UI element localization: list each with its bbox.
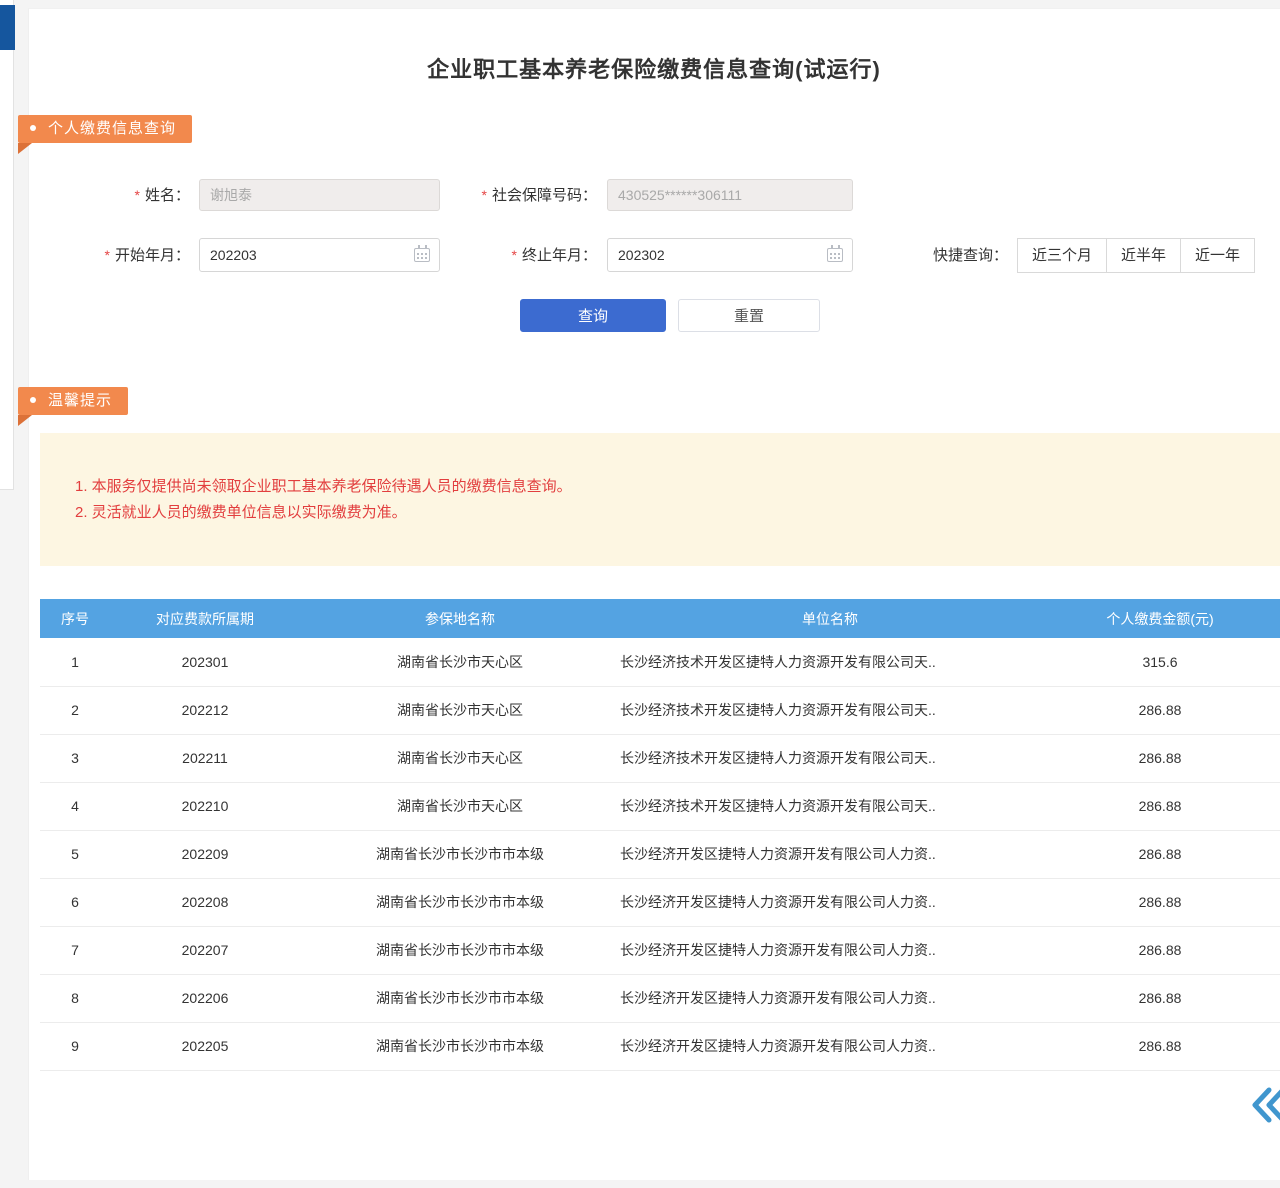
required-asterisk: * <box>105 247 110 263</box>
search-button[interactable]: 查询 <box>520 299 666 332</box>
table-row: 1202301湖南省长沙市天心区长沙经济技术开发区捷特人力资源开发有限公司天..… <box>40 638 1280 686</box>
cell-amount: 315.6 <box>1040 638 1280 686</box>
header-company: 单位名称 <box>620 599 1040 638</box>
sidebar-active-indicator[interactable] <box>0 5 15 50</box>
notice-box: 1. 本服务仅提供尚未领取企业职工基本养老保险待遇人员的缴费信息查询。 2. 灵… <box>40 433 1280 566</box>
calendar-icon[interactable] <box>414 248 430 262</box>
table-row: 5202209湖南省长沙市长沙市市本级长沙经济开发区捷特人力资源开发有限公司人力… <box>40 830 1280 878</box>
cell-period: 202205 <box>110 1022 300 1070</box>
cell-region: 湖南省长沙市天心区 <box>300 638 620 686</box>
cell-period: 202207 <box>110 926 300 974</box>
cell-region: 湖南省长沙市长沙市市本级 <box>300 830 620 878</box>
quick-btn-last-year[interactable]: 近一年 <box>1180 238 1255 273</box>
ssn-input[interactable]: 430525******306111 <box>607 179 853 211</box>
cell-index: 2 <box>40 686 110 734</box>
cell-region: 湖南省长沙市长沙市市本级 <box>300 926 620 974</box>
cell-region: 湖南省长沙市天心区 <box>300 686 620 734</box>
double-left-chevron-icon[interactable] <box>1246 1086 1280 1124</box>
table-row: 2202212湖南省长沙市天心区长沙经济技术开发区捷特人力资源开发有限公司天..… <box>40 686 1280 734</box>
cell-company: 长沙经济开发区捷特人力资源开发有限公司人力资.. <box>620 926 1040 974</box>
cell-region: 湖南省长沙市天心区 <box>300 782 620 830</box>
cell-index: 3 <box>40 734 110 782</box>
required-asterisk: * <box>482 187 487 203</box>
quick-query-group: 近三个月 近半年 近一年 <box>1018 238 1255 273</box>
cell-period: 202208 <box>110 878 300 926</box>
cell-period: 202301 <box>110 638 300 686</box>
cell-index: 9 <box>40 1022 110 1070</box>
cell-index: 8 <box>40 974 110 1022</box>
start-month-label: *开始年月： <box>60 239 190 271</box>
quick-btn-last-half-year[interactable]: 近半年 <box>1106 238 1181 273</box>
required-asterisk: * <box>135 187 140 203</box>
section-badge-tips: 温馨提示 <box>18 387 128 415</box>
cell-region: 湖南省长沙市长沙市市本级 <box>300 878 620 926</box>
end-month-label: *终止年月： <box>445 239 597 271</box>
table-row: 8202206湖南省长沙市长沙市市本级长沙经济开发区捷特人力资源开发有限公司人力… <box>40 974 1280 1022</box>
table-row: 7202207湖南省长沙市长沙市市本级长沙经济开发区捷特人力资源开发有限公司人力… <box>40 926 1280 974</box>
notice-line-1: 1. 本服务仅提供尚未领取企业职工基本养老保险待遇人员的缴费信息查询。 <box>75 474 1260 500</box>
cell-period: 202212 <box>110 686 300 734</box>
cell-region: 湖南省长沙市长沙市市本级 <box>300 1022 620 1070</box>
quick-btn-last-3-months[interactable]: 近三个月 <box>1017 238 1107 273</box>
table-header: 序号 对应费款所属期 参保地名称 单位名称 个人缴费金额(元) <box>40 599 1280 638</box>
cell-region: 湖南省长沙市长沙市市本级 <box>300 974 620 1022</box>
header-period: 对应费款所属期 <box>110 599 300 638</box>
section-badge-query: 个人缴费信息查询 <box>18 115 192 143</box>
section-badge-query-label: 个人缴费信息查询 <box>48 120 176 137</box>
cell-amount: 286.88 <box>1040 782 1280 830</box>
cell-period: 202206 <box>110 974 300 1022</box>
cell-index: 6 <box>40 878 110 926</box>
cell-region: 湖南省长沙市天心区 <box>300 734 620 782</box>
required-asterisk: * <box>512 247 517 263</box>
cell-index: 1 <box>40 638 110 686</box>
cell-index: 4 <box>40 782 110 830</box>
start-month-input[interactable]: 202203 <box>199 238 440 272</box>
cell-amount: 286.88 <box>1040 926 1280 974</box>
header-region: 参保地名称 <box>300 599 620 638</box>
result-table: 序号 对应费款所属期 参保地名称 单位名称 个人缴费金额(元) 1202301湖… <box>40 599 1280 1071</box>
reset-button[interactable]: 重置 <box>678 299 820 332</box>
cell-period: 202209 <box>110 830 300 878</box>
name-input[interactable]: 谢旭泰 <box>199 179 440 211</box>
cell-company: 长沙经济技术开发区捷特人力资源开发有限公司天.. <box>620 782 1040 830</box>
notice-line-2: 2. 灵活就业人员的缴费单位信息以实际缴费为准。 <box>75 500 1260 526</box>
cell-company: 长沙经济技术开发区捷特人力资源开发有限公司天.. <box>620 734 1040 782</box>
page-title: 企业职工基本养老保险缴费信息查询(试运行) <box>28 52 1280 84</box>
header-index: 序号 <box>40 599 110 638</box>
table-row: 9202205湖南省长沙市长沙市市本级长沙经济开发区捷特人力资源开发有限公司人力… <box>40 1022 1280 1070</box>
cell-company: 长沙经济技术开发区捷特人力资源开发有限公司天.. <box>620 686 1040 734</box>
cell-company: 长沙经济技术开发区捷特人力资源开发有限公司天.. <box>620 638 1040 686</box>
cell-company: 长沙经济开发区捷特人力资源开发有限公司人力资.. <box>620 1022 1040 1070</box>
cell-company: 长沙经济开发区捷特人力资源开发有限公司人力资.. <box>620 878 1040 926</box>
cell-index: 7 <box>40 926 110 974</box>
cell-amount: 286.88 <box>1040 974 1280 1022</box>
section-badge-tips-label: 温馨提示 <box>48 392 112 409</box>
cell-index: 5 <box>40 830 110 878</box>
table-row: 4202210湖南省长沙市天心区长沙经济技术开发区捷特人力资源开发有限公司天..… <box>40 782 1280 830</box>
cell-amount: 286.88 <box>1040 1022 1280 1070</box>
table-body: 1202301湖南省长沙市天心区长沙经济技术开发区捷特人力资源开发有限公司天..… <box>40 638 1280 1070</box>
bullet-dot-icon <box>30 397 36 403</box>
end-month-input[interactable]: 202302 <box>607 238 853 272</box>
bullet-dot-icon <box>30 125 36 131</box>
cell-company: 长沙经济开发区捷特人力资源开发有限公司人力资.. <box>620 974 1040 1022</box>
collapsed-sidebar <box>0 0 14 490</box>
name-label: *姓名： <box>90 179 190 211</box>
quick-query-label: 快捷查询： <box>905 239 1008 273</box>
header-amount: 个人缴费金额(元) <box>1040 599 1280 638</box>
table-row: 6202208湖南省长沙市长沙市市本级长沙经济开发区捷特人力资源开发有限公司人力… <box>40 878 1280 926</box>
cell-period: 202210 <box>110 782 300 830</box>
cell-period: 202211 <box>110 734 300 782</box>
table-row: 3202211湖南省长沙市天心区长沙经济技术开发区捷特人力资源开发有限公司天..… <box>40 734 1280 782</box>
calendar-icon[interactable] <box>827 248 843 262</box>
ssn-label: *社会保障号码： <box>445 179 597 211</box>
cell-amount: 286.88 <box>1040 878 1280 926</box>
cell-company: 长沙经济开发区捷特人力资源开发有限公司人力资.. <box>620 830 1040 878</box>
cell-amount: 286.88 <box>1040 686 1280 734</box>
cell-amount: 286.88 <box>1040 830 1280 878</box>
cell-amount: 286.88 <box>1040 734 1280 782</box>
